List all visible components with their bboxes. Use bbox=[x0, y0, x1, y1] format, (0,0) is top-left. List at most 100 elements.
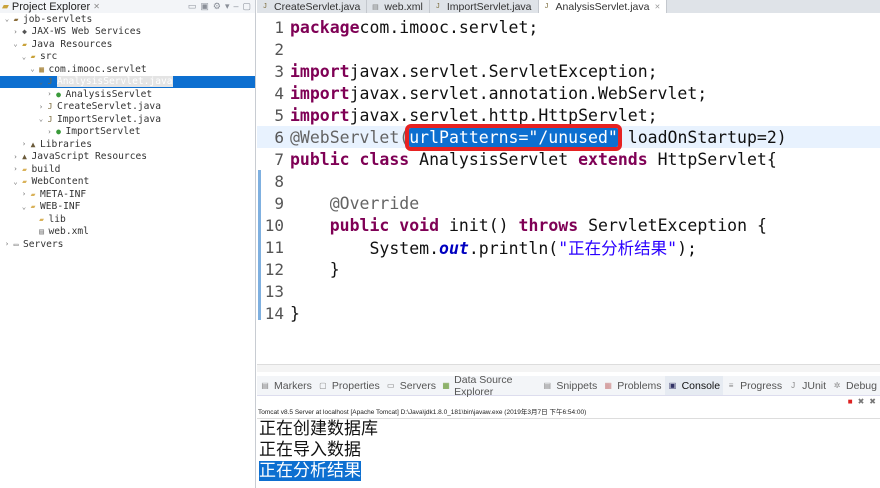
line-number: 2 bbox=[274, 39, 284, 59]
editor-tab-analysisservlet-java[interactable]: J AnalysisServlet.java ✕ bbox=[538, 0, 668, 13]
code-token: package bbox=[290, 17, 360, 37]
bottom-tab-progress[interactable]: ≡ Progress bbox=[723, 376, 785, 395]
bottom-tab-junit[interactable]: J JUnit bbox=[785, 376, 829, 395]
collapse-chevron-icon[interactable]: ⌄ bbox=[12, 178, 20, 186]
expand-chevron-icon[interactable]: › bbox=[46, 128, 54, 136]
console-line: 正在分析结果 bbox=[257, 461, 880, 482]
collapse-chevron-icon[interactable]: ⌄ bbox=[12, 40, 20, 48]
tree-item-web-xml[interactable]: ▤ web.xml bbox=[0, 226, 255, 239]
code-text: @WebServlet(urlPatterns="/unused" loadOn… bbox=[287, 123, 787, 151]
tab-label: Servers bbox=[399, 379, 436, 392]
tree-item-jax-ws-web-services[interactable]: › ◆ JAX-WS Web Services bbox=[0, 26, 255, 39]
tree-item-build[interactable]: › ▰ build bbox=[0, 163, 255, 176]
code-token: import bbox=[290, 105, 350, 125]
tree-item-label: AnalysisServlet bbox=[65, 88, 153, 100]
tree-item-web-inf[interactable]: ⌄ ▰ WEB-INF bbox=[0, 201, 255, 214]
java-file-icon: J bbox=[263, 3, 267, 10]
tree-item-label: AnalysisServlet.java bbox=[57, 76, 173, 88]
code-line: 10 public void init() throws ServletExce… bbox=[257, 214, 880, 236]
code-line: 1 packagecom.imooc.servlet; bbox=[257, 16, 880, 38]
close-icon[interactable]: ✕ bbox=[93, 2, 100, 11]
bottom-panel: ▤ Markers ▢ Properties ▭ Servers ▦ Data Source … bbox=[257, 373, 880, 488]
tree-item-createservlet-java[interactable]: › J CreateServlet.java bbox=[0, 101, 255, 114]
code-text: } bbox=[287, 260, 340, 279]
expand-chevron-icon[interactable]: › bbox=[37, 103, 45, 111]
editor-tab-importservlet-java[interactable]: J ImportServlet.java bbox=[430, 0, 539, 13]
bottom-tab-snippets[interactable]: ▤ Snippets bbox=[539, 376, 600, 395]
bottom-tab-properties[interactable]: ▢ Properties bbox=[315, 376, 383, 395]
servers-icon: ▭ bbox=[13, 239, 19, 249]
code-token: javax.servlet.ServletException; bbox=[349, 61, 658, 81]
expand-chevron-icon[interactable]: › bbox=[3, 240, 11, 248]
package-icon: ▦ bbox=[39, 64, 44, 74]
console-text: 正在导入数据 bbox=[259, 440, 361, 460]
code-token: init() bbox=[439, 215, 519, 235]
tree-item-label: ImportServlet.java bbox=[57, 113, 161, 125]
collapse-chevron-icon[interactable]: ⌄ bbox=[29, 65, 37, 73]
tree-item-label: META-INF bbox=[40, 188, 87, 200]
bottom-tab-problems[interactable]: ▦ Problems bbox=[600, 376, 664, 395]
tree-item-label: JavaScript Resources bbox=[31, 151, 148, 163]
tree-item-com-imooc-servlet[interactable]: ⌄ ▦ com.imooc.servlet bbox=[0, 63, 255, 76]
expand-chevron-icon[interactable]: › bbox=[46, 90, 54, 98]
view-toolbar[interactable]: ▭▣⚙▾–▢ bbox=[188, 1, 255, 12]
code-token: void bbox=[399, 215, 440, 235]
line-number: 5 bbox=[274, 105, 284, 125]
expand-chevron-icon[interactable]: › bbox=[12, 28, 20, 36]
terminate-icon[interactable]: ■ bbox=[848, 397, 853, 407]
close-tab-icon[interactable]: ✕ bbox=[654, 3, 660, 11]
expand-chevron-icon[interactable]: › bbox=[12, 153, 20, 161]
bottom-tab-data-source-explorer[interactable]: ▦ Data Source Explorer bbox=[439, 373, 539, 398]
collapse-chevron-icon[interactable]: ⌄ bbox=[37, 78, 45, 86]
expand-chevron-icon[interactable]: › bbox=[12, 165, 20, 173]
editor-tab-web-xml[interactable]: ▤ web.xml bbox=[367, 0, 430, 13]
properties-icon: ▢ bbox=[319, 381, 327, 390]
expand-chevron-icon[interactable]: › bbox=[20, 140, 28, 148]
code-token: "正在分析结果" bbox=[558, 239, 678, 258]
console-toolbar: ■ ✖ ✖ bbox=[257, 397, 880, 407]
bottom-tab-servers[interactable]: ▭ Servers bbox=[383, 376, 439, 395]
code-token: com.imooc.servlet; bbox=[359, 17, 539, 37]
console-line: 正在创建数据库 bbox=[257, 419, 880, 440]
remove-all-icon[interactable]: ✖ bbox=[869, 397, 876, 407]
tree-item-servers[interactable]: › ▭ Servers bbox=[0, 238, 255, 251]
remove-launch-icon[interactable]: ✖ bbox=[858, 397, 865, 407]
code-token: } bbox=[290, 303, 300, 323]
tab-label: Debug bbox=[846, 379, 877, 392]
tree-item-meta-inf[interactable]: › ▰ META-INF bbox=[0, 188, 255, 201]
tree-item-analysisservlet-java[interactable]: ⌄ J AnalysisServlet.java bbox=[0, 75, 255, 88]
tree-item-analysisservlet[interactable]: › ● AnalysisServlet bbox=[0, 88, 255, 101]
tab-label: Data Source Explorer bbox=[454, 373, 513, 398]
horizontal-scrollbar[interactable] bbox=[257, 364, 880, 372]
line-number: 6 bbox=[274, 127, 284, 147]
code-area[interactable]: 1 packagecom.imooc.servlet; 2 3 importjavax.… bbox=[257, 16, 880, 324]
tree-item-lib[interactable]: ▰ lib bbox=[0, 213, 255, 226]
tree-item-importservlet-java[interactable]: ⌄ J ImportServlet.java bbox=[0, 113, 255, 126]
bottom-tab-console[interactable]: ▣ Console bbox=[664, 376, 724, 395]
collapse-chevron-icon[interactable]: ⌄ bbox=[20, 203, 28, 211]
collapse-chevron-icon[interactable]: ⌄ bbox=[20, 53, 28, 61]
collapse-chevron-icon[interactable]: ⌄ bbox=[37, 115, 45, 123]
console-output[interactable]: 正在创建数据库 正在导入数据 正在分析结果 bbox=[257, 419, 880, 482]
tab-label: ImportServlet.java bbox=[446, 0, 532, 13]
bottom-tab-debug[interactable]: ✲ Debug bbox=[829, 376, 880, 395]
bottom-tab-markers[interactable]: ▤ Markers bbox=[257, 376, 315, 395]
code-line: 5 importjavax.servlet.http.HttpServlet; bbox=[257, 104, 880, 126]
code-line: 12 } bbox=[257, 258, 880, 280]
tree-item-importservlet[interactable]: › ● ImportServlet bbox=[0, 126, 255, 139]
expand-chevron-icon[interactable]: › bbox=[20, 190, 28, 198]
folder-icon: ▰ bbox=[22, 164, 27, 174]
tree-item-src[interactable]: ⌄ ▰ src bbox=[0, 51, 255, 64]
tree-item-webcontent[interactable]: ⌄ ▰ WebContent bbox=[0, 176, 255, 189]
bottom-tabs: ▤ Markers ▢ Properties ▭ Servers ▦ Data Source … bbox=[257, 373, 880, 398]
code-token: public bbox=[290, 149, 350, 169]
editor-tab-createservlet-java[interactable]: J CreateServlet.java bbox=[257, 0, 368, 13]
tree-item-job-servlets[interactable]: ⌄ ▰ job-servlets bbox=[0, 13, 255, 26]
code-token: HttpServlet{ bbox=[647, 149, 777, 169]
tree-item-label: Libraries bbox=[40, 138, 92, 150]
tree-item-javascript-resources[interactable]: › ▲ JavaScript Resources bbox=[0, 151, 255, 164]
tree-item-libraries[interactable]: › ▲ Libraries bbox=[0, 138, 255, 151]
code-text: } bbox=[287, 304, 300, 323]
collapse-chevron-icon[interactable]: ⌄ bbox=[3, 15, 11, 23]
tree-item-java-resources[interactable]: ⌄ ▰ Java Resources bbox=[0, 38, 255, 51]
